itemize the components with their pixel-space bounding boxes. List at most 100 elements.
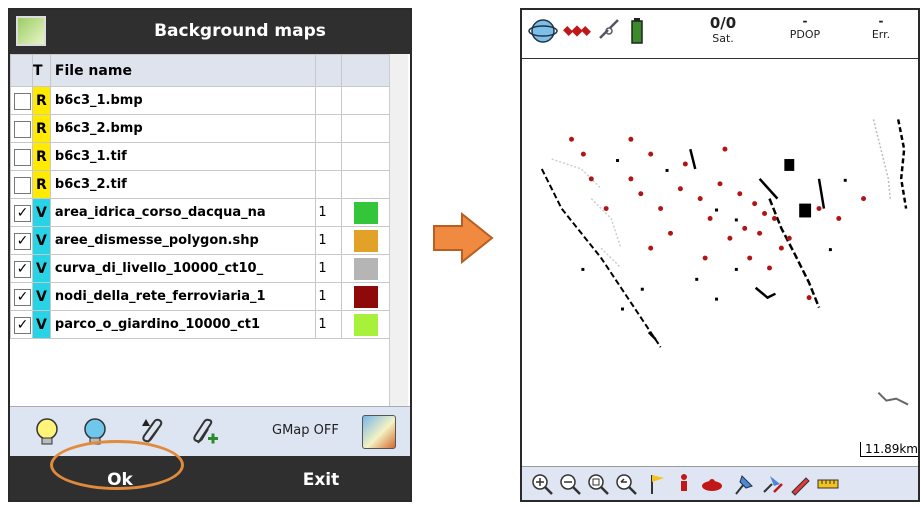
layer-visible-checkbox[interactable]: ✓	[14, 289, 31, 306]
layer-color-swatch[interactable]	[353, 229, 378, 252]
edit-pin-icon[interactable]	[760, 472, 784, 496]
layer-visible-checkbox[interactable]	[14, 149, 31, 166]
layer-file-name[interactable]: curva_di_livello_10000_ct10_	[49, 254, 317, 283]
title-bar: Background maps	[10, 10, 410, 54]
layer-row[interactable]: Rb6c3_2.bmp	[10, 114, 390, 143]
layer-color-cell[interactable]	[341, 282, 390, 311]
exit-button[interactable]: Exit	[266, 464, 376, 496]
window-title: Background maps	[154, 21, 326, 41]
layer-checkbox-cell: ✓	[10, 310, 33, 339]
layer-row[interactable]: Rb6c3_1.tif	[10, 142, 390, 171]
satellites-value: 0/0	[709, 14, 737, 32]
layer-file-name[interactable]: area_idrica_corso_dacqua_na	[49, 198, 317, 227]
layer-file-name[interactable]: b6c3_2.bmp	[49, 114, 317, 143]
map-canvas[interactable]	[522, 58, 918, 466]
layer-file-name[interactable]: b6c3_1.tif	[49, 142, 317, 171]
pdop-label: PDOP	[789, 28, 821, 41]
layer-color-cell[interactable]	[341, 226, 390, 255]
layer-type: V	[31, 282, 51, 311]
layer-visible-checkbox[interactable]	[14, 121, 31, 138]
satellites-readout: 0/0 Sat.	[698, 14, 748, 45]
layer-file-name[interactable]: nodi_della_rete_ferroviaria_1	[49, 282, 317, 311]
layer-color-swatch[interactable]	[353, 313, 378, 336]
ok-highlight-ellipse	[50, 440, 184, 490]
layer-file-name[interactable]: b6c3_2.tif	[49, 170, 317, 199]
layer-type: R	[31, 142, 51, 171]
layer-row[interactable]: ✓ Vcurva_di_livello_10000_ct10_ 1	[10, 254, 390, 283]
bulb-on-icon[interactable]	[32, 417, 62, 447]
layer-file-name[interactable]: b6c3_1.bmp	[49, 86, 317, 115]
layer-checkbox-cell: ✓	[10, 254, 33, 283]
layer-color-cell[interactable]	[341, 170, 390, 199]
error-readout: - Err.	[858, 14, 904, 41]
layer-type: V	[31, 310, 51, 339]
layer-color-swatch[interactable]	[353, 285, 378, 308]
map-scale-label: 11.89km	[860, 442, 918, 457]
header-file-name[interactable]: File name	[49, 54, 317, 87]
layer-row[interactable]: ✓ Vnodi_della_rete_ferroviaria_1 1	[10, 282, 390, 311]
layer-order-number	[315, 86, 343, 115]
layer-color-cell[interactable]	[341, 198, 390, 227]
header-type[interactable]: T	[31, 54, 51, 87]
zoom-previous-icon[interactable]	[614, 472, 638, 496]
layer-color-cell[interactable]	[341, 254, 390, 283]
flag-icon[interactable]	[646, 472, 670, 496]
header-color-column	[341, 54, 390, 87]
layer-color-swatch[interactable]	[353, 201, 378, 224]
pdop-value: -	[802, 14, 808, 28]
ruler-icon[interactable]	[816, 472, 840, 496]
layer-type: V	[31, 254, 51, 283]
person-icon[interactable]	[672, 472, 696, 496]
arrow-right-icon	[433, 212, 494, 264]
layer-order-number: 1	[315, 198, 343, 227]
zoom-out-icon[interactable]	[558, 472, 582, 496]
layer-order-number: 1	[315, 282, 343, 311]
layer-color-cell[interactable]	[341, 86, 390, 115]
battery-icon	[631, 18, 643, 44]
layer-checkbox-cell	[10, 142, 33, 171]
gmap-status-label: GMap OFF	[272, 423, 339, 438]
map-window: 0/0 Sat. - PDOP - Err. 11.89km	[520, 8, 920, 502]
error-label: Err.	[871, 28, 891, 41]
layer-checkbox-cell	[10, 170, 33, 199]
header-num-column	[315, 54, 343, 87]
pencil-icon[interactable]	[788, 472, 812, 496]
layer-row[interactable]: ✓ Varea_idrica_corso_dacqua_na 1	[10, 198, 390, 227]
layer-color-swatch[interactable]	[353, 257, 378, 280]
paperclip-add-icon[interactable]	[190, 417, 220, 447]
layer-checkbox-cell: ✓	[10, 226, 33, 255]
satellite-icon[interactable]	[562, 16, 592, 46]
zoom-extent-icon[interactable]	[586, 472, 610, 496]
layer-row[interactable]: Rb6c3_2.tif	[10, 170, 390, 199]
layer-type: V	[31, 198, 51, 227]
layer-type: R	[31, 86, 51, 115]
zoom-in-icon[interactable]	[530, 472, 554, 496]
header-check-column	[10, 54, 33, 87]
map-toolbar	[522, 466, 918, 500]
layer-color-cell[interactable]	[341, 142, 390, 171]
layer-row[interactable]: ✓ Varee_dismesse_polygon.shp 1	[10, 226, 390, 255]
link-icon[interactable]	[594, 16, 624, 46]
layer-visible-checkbox[interactable]	[14, 177, 31, 194]
pdop-readout: - PDOP	[780, 14, 830, 41]
layers-table: T File name Rb6c3_1.bmp Rb6c3_2.bmp Rb6c3_…	[10, 54, 390, 339]
globe-icon[interactable]	[528, 16, 558, 46]
layer-visible-checkbox[interactable]: ✓	[14, 233, 31, 250]
layer-visible-checkbox[interactable]: ✓	[14, 317, 31, 334]
layer-visible-checkbox[interactable]: ✓	[14, 205, 31, 222]
layer-color-cell[interactable]	[341, 310, 390, 339]
layer-order-number: 1	[315, 310, 343, 339]
layer-color-cell[interactable]	[341, 114, 390, 143]
layer-checkbox-cell: ✓	[10, 198, 33, 227]
layer-row[interactable]: ✓ Vparco_o_giardino_10000_ct1 1	[10, 310, 390, 339]
layer-row[interactable]: Rb6c3_1.bmp	[10, 86, 390, 115]
table-scrollbar[interactable]	[389, 54, 408, 406]
layer-visible-checkbox[interactable]	[14, 93, 31, 110]
layer-visible-checkbox[interactable]: ✓	[14, 261, 31, 278]
pin-icon[interactable]	[732, 472, 756, 496]
gmap-toggle-icon[interactable]	[362, 415, 396, 449]
layer-file-name[interactable]: aree_dismesse_polygon.shp	[49, 226, 317, 255]
vehicle-icon[interactable]	[700, 472, 724, 496]
layer-order-number	[315, 170, 343, 199]
layer-file-name[interactable]: parco_o_giardino_10000_ct1	[49, 310, 317, 339]
